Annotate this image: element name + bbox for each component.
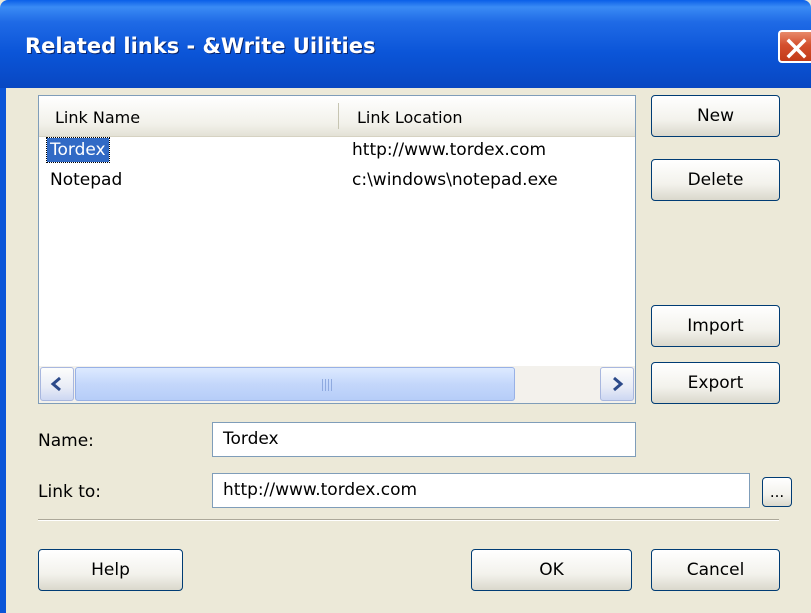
scroll-right-button[interactable] <box>600 367 634 401</box>
list-item-location: c:\windows\notepad.exe <box>352 170 558 190</box>
list-item-location: http://www.tordex.com <box>352 140 547 160</box>
window-frame <box>0 88 6 613</box>
list-header: Link Name Link Location <box>39 96 635 137</box>
separator <box>38 519 779 521</box>
export-button-label: Export <box>687 373 744 393</box>
list-item[interactable]: Notepad c:\windows\notepad.exe <box>39 168 635 192</box>
link-to-label: Link to: <box>38 482 102 502</box>
import-button[interactable]: Import <box>651 305 780 347</box>
column-header-link-location[interactable]: Link Location <box>357 96 463 136</box>
browse-button[interactable]: ... <box>762 477 792 507</box>
help-button[interactable]: Help <box>38 549 183 591</box>
links-list[interactable]: Link Name Link Location Tordex http://ww… <box>38 95 636 404</box>
name-field[interactable]: Tordex <box>212 422 636 457</box>
name-label: Name: <box>38 431 94 451</box>
window-title: Related links - &Write Uilities <box>25 34 376 58</box>
cancel-button[interactable]: Cancel <box>651 549 780 591</box>
list-item-name[interactable]: Notepad <box>47 168 125 192</box>
import-button-label: Import <box>687 316 744 336</box>
dialog-window: Related links - &Write Uilities Link Nam… <box>0 0 811 613</box>
horizontal-scrollbar[interactable] <box>39 366 635 403</box>
scroll-thumb[interactable] <box>75 367 515 401</box>
scroll-left-button[interactable] <box>40 367 74 401</box>
browse-button-label: ... <box>769 483 785 501</box>
close-button[interactable] <box>778 30 811 63</box>
link-to-field[interactable]: http://www.tordex.com <box>212 473 750 508</box>
ok-button-label: OK <box>539 560 564 580</box>
column-header-link-name[interactable]: Link Name <box>55 96 140 136</box>
ok-button[interactable]: OK <box>471 549 632 591</box>
column-divider[interactable] <box>338 103 339 129</box>
delete-button[interactable]: Delete <box>651 159 780 201</box>
delete-button-label: Delete <box>687 170 744 190</box>
close-icon <box>786 38 807 59</box>
list-item-name[interactable]: Tordex <box>46 137 110 163</box>
cancel-button-label: Cancel <box>686 560 745 580</box>
help-button-label: Help <box>91 560 130 580</box>
chevron-left-icon <box>50 376 61 392</box>
chevron-right-icon <box>613 376 624 392</box>
title-bar[interactable]: Related links - &Write Uilities <box>0 0 811 88</box>
list-item[interactable]: Tordex http://www.tordex.com <box>39 137 635 163</box>
new-button[interactable]: New <box>651 95 780 137</box>
scroll-grip-icon <box>322 379 336 391</box>
export-button[interactable]: Export <box>651 362 780 404</box>
new-button-label: New <box>696 106 735 126</box>
